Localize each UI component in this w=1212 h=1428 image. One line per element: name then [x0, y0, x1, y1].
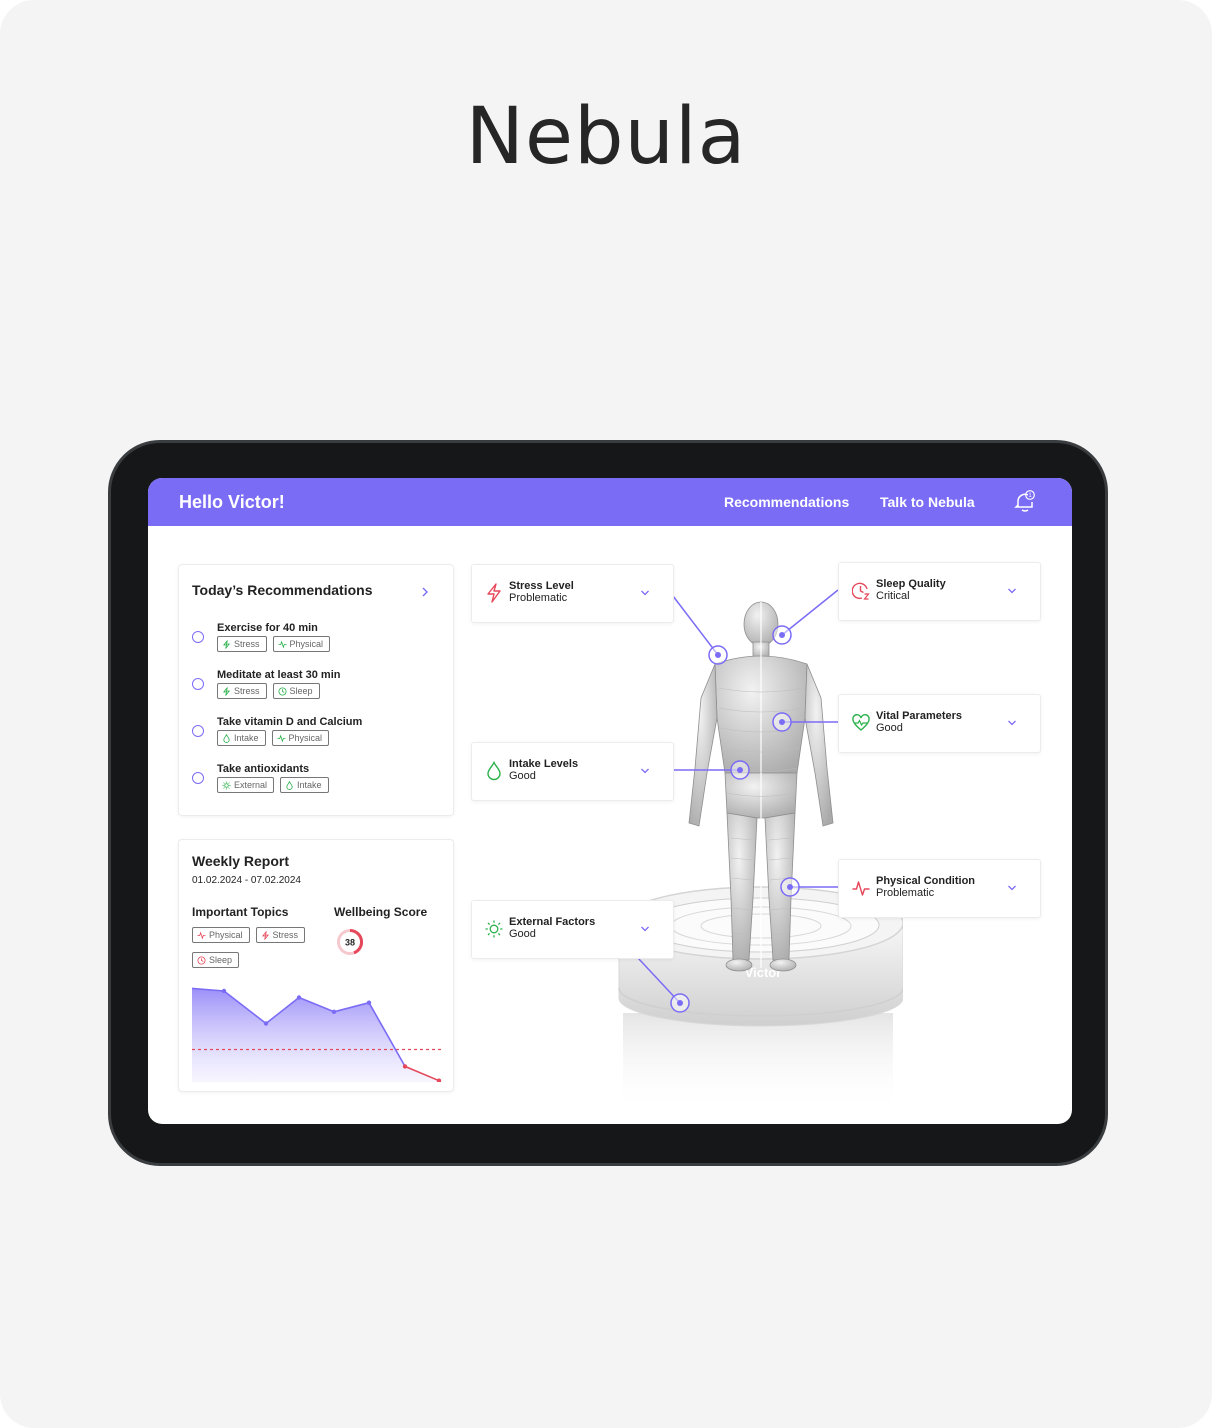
recommendations-title: Today’s Recommendations [192, 582, 373, 598]
metric-name: External Factors [509, 916, 596, 928]
metric-status: Good [509, 770, 536, 782]
weekly-report-date-range: 01.02.2024 - 07.02.2024 [192, 875, 301, 886]
lightning-icon [487, 583, 501, 603]
trend-point [366, 1000, 372, 1005]
top-bar: Hello Victor! Recommendations Talk to Ne… [148, 478, 1072, 526]
trend-point [263, 1021, 269, 1026]
metric-card-external-factors[interactable]: External Factors Good [472, 901, 673, 958]
clock-sleep-icon [852, 582, 870, 600]
wellbeing-score-heading: Wellbeing Score [334, 905, 428, 919]
recommendation-item[interactable]: Meditate at least 30 min Stress Sleep [191, 669, 441, 713]
important-topics-heading: Important Topics [192, 905, 289, 919]
tag-intake: Intake [217, 730, 266, 746]
recommendation-label: Take vitamin D and Calcium [217, 716, 363, 728]
tag-sleep: Sleep [272, 683, 320, 699]
droplet-icon [487, 761, 501, 781]
trend-point [402, 1064, 408, 1069]
recommendation-item[interactable]: Take vitamin D and Calcium Intake Physic… [191, 716, 441, 760]
sun-icon [485, 920, 503, 938]
recommendation-item[interactable]: Take antioxidants External Intake [191, 763, 441, 807]
chevron-down-icon[interactable] [640, 925, 650, 933]
brand-title: Nebula [465, 92, 747, 182]
sun-icon [222, 780, 231, 790]
recommendation-label: Exercise for 40 min [217, 622, 318, 634]
chevron-down-icon[interactable] [640, 767, 650, 775]
chevron-right-icon[interactable] [420, 586, 430, 598]
metric-card-vital-parameters[interactable]: Vital Parameters Good [839, 695, 1040, 752]
metric-card-intake-levels[interactable]: Intake Levels Good [472, 743, 673, 800]
human-body-scan-illustration: Victor [618, 601, 903, 1113]
recommendation-label: Take antioxidants [217, 763, 310, 775]
tag-stress: Stress [217, 636, 267, 652]
tag-intake: Intake [280, 777, 329, 793]
recommendation-radio[interactable] [192, 678, 204, 690]
chevron-down-icon[interactable] [1007, 884, 1017, 892]
weekly-trend-chart [192, 987, 444, 1082]
wellbeing-score-ring: 38 [337, 928, 364, 955]
wellbeing-score-value: 38 [345, 938, 355, 948]
trend-point [331, 1009, 337, 1014]
lightning-icon [222, 686, 231, 696]
metric-name: Physical Condition [876, 875, 976, 887]
greeting: Hello Victor! [179, 492, 285, 512]
chevron-down-icon[interactable] [1007, 587, 1017, 595]
recommendation-item[interactable]: Exercise for 40 min Stress Physical [191, 622, 441, 666]
metric-status: Problematic [876, 887, 935, 899]
topic-tag-physical: Physical [192, 927, 250, 943]
heart-pulse-icon [852, 714, 870, 731]
recommendation-radio[interactable] [192, 631, 204, 643]
lightning-icon [261, 930, 269, 940]
chevron-down-icon[interactable] [1007, 719, 1017, 727]
metric-name: Sleep Quality [876, 578, 946, 590]
metric-name: Intake Levels [509, 758, 579, 770]
trend-point [221, 988, 227, 994]
metric-card-sleep-quality[interactable]: Sleep Quality Critical [839, 563, 1040, 620]
metric-status: Problematic [509, 592, 568, 604]
metric-name: Vital Parameters [876, 710, 963, 722]
app-screen: Hello Victor! Recommendations Talk to Ne… [148, 478, 1072, 1124]
pulse-icon [276, 734, 286, 742]
metric-name: Stress Level [509, 580, 574, 592]
topic-tag-sleep: Sleep [192, 952, 240, 968]
weekly-report-card: Weekly Report 01.02.2024 - 07.02.2024 Im… [179, 840, 453, 1091]
recommendation-radio[interactable] [192, 772, 204, 784]
trend-area [192, 988, 439, 1082]
pulse-icon [852, 881, 870, 896]
tag-external: External [217, 777, 275, 793]
nav-recommendations[interactable]: Recommendations [724, 494, 849, 510]
metric-card-physical-condition[interactable]: Physical Condition Problematic [839, 860, 1040, 917]
trend-point [436, 1078, 442, 1082]
recommendation-radio[interactable] [192, 725, 204, 737]
nav-talk-to-nebula[interactable]: Talk to Nebula [880, 494, 975, 510]
clock-icon [278, 686, 287, 696]
tablet-frame: Hello Victor! Recommendations Talk to Ne… [108, 440, 1108, 1166]
bell-icon[interactable]: 1 [1014, 490, 1036, 514]
topic-tag-stress: Stress [255, 927, 306, 943]
tag-stress: Stress [217, 683, 267, 699]
metric-status: Good [509, 928, 536, 940]
droplet-icon [286, 780, 293, 790]
clock-icon [197, 955, 206, 965]
weekly-report-title: Weekly Report [192, 853, 289, 869]
tag-physical: Physical [271, 730, 330, 746]
pulse-icon [197, 931, 206, 939]
metric-card-stress-level[interactable]: Stress Level Problematic [472, 565, 673, 622]
presentation-canvas: Nebula Hello Victor! Recommendations Tal… [0, 0, 1212, 1428]
recommendations-card: Today’s Recommendations Exercise for 40 … [179, 565, 453, 815]
trend-point [296, 995, 302, 1000]
recommendation-label: Meditate at least 30 min [217, 669, 341, 681]
pulse-icon [277, 640, 287, 648]
chevron-down-icon[interactable] [640, 589, 650, 597]
metric-status: Critical [876, 590, 910, 602]
tag-physical: Physical [272, 636, 331, 652]
droplet-icon [223, 733, 230, 743]
metric-status: Good [876, 722, 903, 734]
lightning-icon [222, 639, 231, 649]
